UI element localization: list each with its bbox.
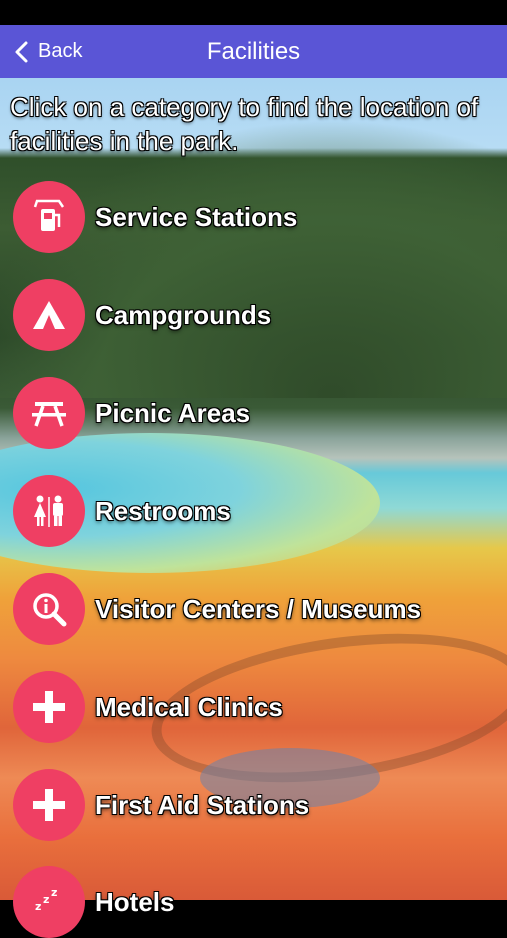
category-restrooms[interactable]: Restrooms (13, 475, 493, 547)
category-campgrounds[interactable]: Campgrounds (13, 279, 493, 351)
category-label: Visitor Centers / Museums (95, 593, 422, 624)
picnic-table-icon (13, 377, 85, 449)
sleep-zzz-icon: z z z (13, 866, 85, 938)
category-picnic-areas[interactable]: Picnic Areas (13, 377, 493, 449)
first-aid-cross-icon (13, 769, 85, 841)
category-label: Campgrounds (95, 299, 272, 330)
category-visitor-centers-museums[interactable]: Visitor Centers / Museums (13, 573, 493, 645)
navigation-bar: Back Facilities (0, 25, 507, 78)
category-label: Medical Clinics (95, 691, 283, 722)
info-magnifier-icon (13, 573, 85, 645)
category-medical-clinics[interactable]: Medical Clinics (13, 671, 493, 743)
tent-icon (13, 279, 85, 351)
status-bar (0, 0, 507, 25)
svg-text:z: z (35, 900, 41, 913)
category-hotels[interactable]: z z z Hotels (13, 866, 493, 938)
back-button[interactable]: Back (12, 25, 82, 78)
category-label: First Aid Stations (95, 789, 310, 820)
svg-text:z: z (51, 886, 57, 899)
instructions-text: Click on a category to find the location… (10, 92, 479, 156)
chevron-left-icon (15, 41, 28, 62)
category-service-stations[interactable]: Service Stations (13, 181, 493, 253)
medical-cross-icon (13, 671, 85, 743)
category-label: Hotels (95, 886, 175, 917)
fuel-pump-icon (13, 181, 85, 253)
restroom-icon (13, 475, 85, 547)
category-label: Restrooms (95, 495, 231, 526)
category-label: Picnic Areas (95, 397, 251, 428)
category-first-aid-stations[interactable]: First Aid Stations (13, 769, 493, 841)
back-label: Back (38, 40, 83, 62)
category-label: Service Stations (95, 201, 298, 232)
